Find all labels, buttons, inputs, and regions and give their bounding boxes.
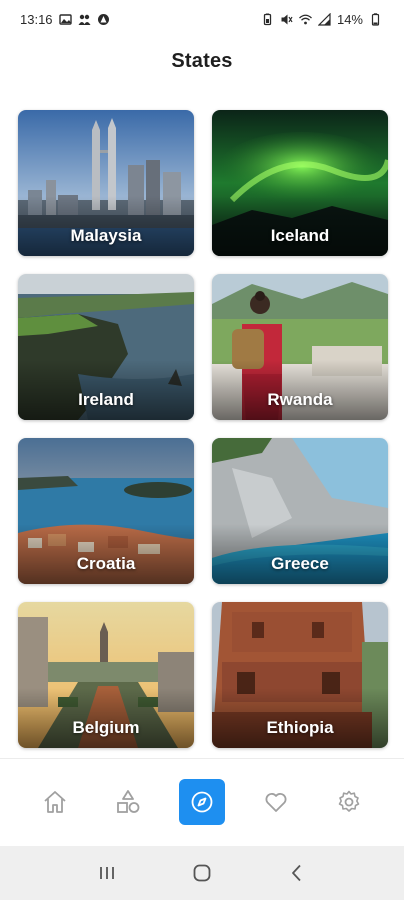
status-left: 13:16 — [20, 12, 110, 27]
card-iceland[interactable]: Iceland — [212, 110, 388, 256]
card-label: Iceland — [270, 226, 330, 245]
nav-explore[interactable] — [178, 778, 225, 825]
system-nav — [0, 846, 404, 900]
bottom-nav — [0, 758, 404, 844]
status-right: 14% — [261, 12, 382, 27]
signal-icon — [317, 12, 331, 26]
gallery-icon — [58, 13, 72, 26]
back-icon — [291, 864, 301, 882]
users-icon — [78, 13, 91, 26]
app-notification-icon — [97, 13, 110, 26]
nav-home[interactable] — [32, 779, 78, 825]
battery-percent: 14% — [336, 11, 363, 27]
home-circle-icon — [193, 864, 211, 882]
mute-icon — [280, 13, 293, 26]
card-label: Rwanda — [267, 390, 333, 409]
gear-icon — [338, 790, 360, 812]
back-button[interactable] — [277, 853, 317, 893]
recents-icon — [100, 867, 115, 879]
battery-icon — [369, 12, 382, 26]
card-label: Croatia — [76, 554, 136, 573]
wifi-icon — [299, 13, 312, 26]
card-greece[interactable]: Greece — [212, 438, 388, 584]
nav-favorites[interactable] — [253, 779, 299, 825]
card-label: Ethiopia — [266, 718, 334, 737]
card-ireland[interactable]: Ireland — [18, 274, 194, 420]
nav-settings[interactable] — [326, 779, 372, 825]
card-belgium[interactable]: Belgium — [18, 602, 194, 748]
card-label: Greece — [271, 554, 329, 573]
nav-categories[interactable] — [105, 779, 151, 825]
card-rwanda[interactable]: Rwanda — [212, 274, 388, 420]
shapes-icon — [117, 789, 140, 813]
card-croatia[interactable]: Croatia — [18, 438, 194, 584]
states-grid: Malaysia Iceland Ireland Rwanda Croatia … — [18, 110, 388, 748]
heart-icon — [265, 792, 287, 812]
home-button[interactable] — [182, 853, 222, 893]
card-malaysia[interactable]: Malaysia — [18, 110, 194, 256]
card-label: Belgium — [72, 718, 140, 737]
compass-icon — [191, 791, 213, 812]
page-title: States — [171, 50, 233, 72]
recents-button[interactable] — [87, 853, 127, 893]
card-label: Ireland — [78, 390, 134, 409]
home-icon — [44, 790, 66, 813]
status-time: 13:16 — [20, 11, 53, 27]
battery-saver-icon — [261, 13, 274, 26]
card-label: Malaysia — [70, 226, 142, 245]
card-ethiopia[interactable]: Ethiopia — [212, 602, 388, 748]
status-bar: 13:16 14% — [0, 0, 404, 38]
